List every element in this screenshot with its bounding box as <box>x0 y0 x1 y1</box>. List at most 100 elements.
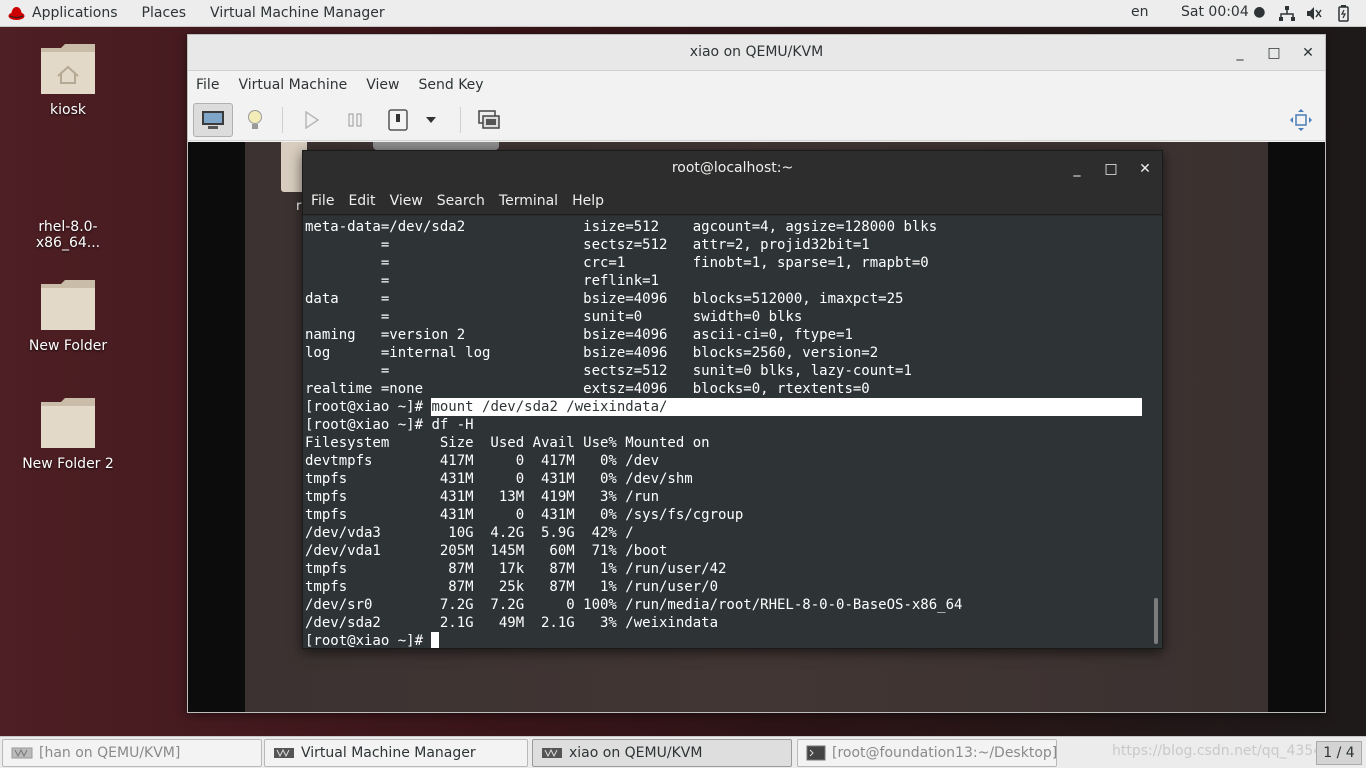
terminal-menu-edit[interactable]: Edit <box>348 193 375 209</box>
terminal-line: = reflink=1 <box>305 273 660 289</box>
task-label: [root@foundation13:~/Desktop] <box>832 745 1057 761</box>
terminal-line: naming =version 2 bsize=4096 ascii-ci=0,… <box>305 327 853 343</box>
pause-icon <box>348 113 362 127</box>
shutdown-button[interactable] <box>378 103 418 137</box>
df-row: tmpfs 431M 13M 419M 3% /run <box>305 489 660 505</box>
snapshots-icon <box>478 110 500 129</box>
terminal-maximize-button[interactable]: □ <box>1101 159 1121 179</box>
terminal-line: = crc=1 finobt=1, sparse=1, rmapbt=0 <box>305 255 929 271</box>
terminal-line: data = bsize=4096 blocks=512000, imaxpct… <box>305 291 904 307</box>
terminal-line: = sectsz=512 attr=2, projid32bit=1 <box>305 237 870 253</box>
desktop-icon-rhel-iso[interactable]: rhel-8.0-x86_64... <box>13 219 123 251</box>
terminal-icon <box>806 745 826 761</box>
run-icon <box>305 111 320 129</box>
fullscreen-button[interactable] <box>1281 103 1321 137</box>
console-icon <box>202 111 224 129</box>
fullscreen-icon <box>1290 109 1312 131</box>
home-folder-icon <box>41 44 95 94</box>
vmm-app-menu[interactable]: Virtual Machine Manager <box>210 5 385 21</box>
desktop-icon-label: New Folder 2 <box>22 456 114 472</box>
terminal-line-df: [root@xiao ~]# df -H <box>305 416 1153 434</box>
terminal-menubar: File Edit View Search Terminal Help <box>303 187 1162 215</box>
vm-toolbar <box>188 99 1325 141</box>
run-button[interactable] <box>292 103 332 137</box>
guest-panel-tab <box>373 142 499 150</box>
task-root-terminal[interactable]: [root@foundation13:~/Desktop] <box>797 739 1057 767</box>
volume-muted-icon[interactable] <box>1305 5 1323 22</box>
terminal-line-prompt: [root@xiao ~]# <box>305 632 1153 648</box>
df-row: /dev/sr0 7.2G 7.2G 0 100% /run/media/roo… <box>305 597 963 613</box>
workspace-switcher[interactable]: 1 / 4 <box>1316 741 1362 765</box>
terminal-scrollbar[interactable] <box>1150 216 1162 648</box>
vm-titlebar[interactable]: xiao on QEMU/KVM _ □ ✕ <box>188 35 1325 71</box>
task-label: Virtual Machine Manager <box>301 745 476 761</box>
df-row: tmpfs 87M 17k 87M 1% /run/user/42 <box>305 561 727 577</box>
prompt: [root@xiao ~]# <box>305 633 432 648</box>
snapshots-button[interactable] <box>469 103 509 137</box>
desktop-icon-label: New Folder <box>28 338 108 354</box>
applications-label: Applications <box>32 5 118 21</box>
shutdown-dropdown[interactable] <box>416 103 446 137</box>
terminal-title: root@localhost:~ <box>671 160 794 176</box>
df-header: Filesystem Size Used Avail Use% Mounted … <box>305 435 710 451</box>
menu-send-key[interactable]: Send Key <box>418 77 483 93</box>
language-indicator[interactable]: en <box>1131 4 1149 20</box>
terminal-menu-view[interactable]: View <box>390 193 423 209</box>
folder-icon <box>41 398 95 448</box>
terminal-menu-help[interactable]: Help <box>572 193 604 209</box>
prompt: [root@xiao ~]# <box>305 399 432 415</box>
menu-file[interactable]: File <box>196 77 219 93</box>
task-xiao-vm[interactable]: xiao on QEMU/KVM <box>532 739 792 767</box>
task-han-vm[interactable]: [han on QEMU/KVM] <box>2 739 262 767</box>
guest-desktop-label: r <box>296 199 302 214</box>
places-menu[interactable]: Places <box>142 5 187 21</box>
console-button[interactable] <box>193 103 233 137</box>
details-button[interactable] <box>235 103 275 137</box>
clock[interactable]: Sat 00:04 ● <box>1181 4 1265 20</box>
desktop-icon-new-folder[interactable]: New Folder <box>13 276 123 354</box>
top-panel: Applications Places Virtual Machine Mana… <box>0 0 1366 27</box>
df-row: devtmpfs 417M 0 417M 0% /dev <box>305 453 660 469</box>
close-button[interactable]: ✕ <box>1298 43 1318 63</box>
terminal-output[interactable]: meta-data=/dev/sda2 isize=512 agcount=4,… <box>303 216 1153 648</box>
df-row: tmpfs 431M 0 431M 0% /sys/fs/cgroup <box>305 507 744 523</box>
shutdown-icon <box>388 109 408 131</box>
scrollbar-thumb[interactable] <box>1154 598 1158 644</box>
terminal-titlebar[interactable]: root@localhost:~ _ □ ✕ <box>303 151 1162 187</box>
terminal-menu-search[interactable]: Search <box>437 193 485 209</box>
terminal-menu-file[interactable]: File <box>311 193 334 209</box>
df-row: tmpfs 87M 25k 87M 1% /run/user/0 <box>305 579 719 595</box>
terminal-line: log =internal log bsize=4096 blocks=2560… <box>305 345 879 361</box>
task-label: xiao on QEMU/KVM <box>569 745 703 761</box>
maximize-button[interactable]: □ <box>1264 43 1284 63</box>
vmm-icon <box>274 748 294 758</box>
minimize-button[interactable]: _ <box>1230 43 1250 63</box>
pause-button[interactable] <box>335 103 375 137</box>
terminal-window: root@localhost:~ _ □ ✕ File Edit View Se… <box>302 150 1163 649</box>
vm-window-title: xiao on QEMU/KVM <box>689 44 824 60</box>
prompt: [root@xiao ~]# <box>305 417 432 433</box>
desktop-icon-label: kiosk <box>50 102 86 118</box>
applications-menu[interactable]: Applications <box>8 5 118 21</box>
menu-view[interactable]: View <box>366 77 399 93</box>
task-virtual-machine-manager[interactable]: Virtual Machine Manager <box>264 739 528 767</box>
battery-icon[interactable] <box>1334 5 1352 22</box>
terminal-minimize-button[interactable]: _ <box>1067 159 1087 179</box>
toolbar-separator <box>460 107 461 133</box>
terminal-menu-terminal[interactable]: Terminal <box>499 193 558 209</box>
terminal-line: = sectsz=512 sunit=0 blks, lazy-count=1 <box>305 363 912 379</box>
vm-icon <box>11 747 33 759</box>
df-row: /dev/vda3 10G 4.2G 5.9G 42% / <box>305 525 634 541</box>
desktop-icon-label: rhel-8.0-x86_64... <box>35 219 101 251</box>
vm-icon <box>542 748 562 758</box>
terminal-line: = sunit=0 swidth=0 blks <box>305 309 803 325</box>
desktop-icon-new-folder-2[interactable]: New Folder 2 <box>13 394 123 472</box>
task-label: [han on QEMU/KVM] <box>39 745 181 761</box>
selected-command: mount /dev/sda2 /weixindata/ <box>431 398 1143 416</box>
menu-virtual-machine[interactable]: Virtual Machine <box>238 77 347 93</box>
dropdown-arrow-icon <box>426 117 436 123</box>
terminal-line: realtime =none extsz=4096 blocks=0, rtex… <box>305 381 870 397</box>
network-icon[interactable] <box>1278 5 1296 22</box>
terminal-close-button[interactable]: ✕ <box>1135 159 1155 179</box>
desktop-icon-kiosk[interactable]: kiosk <box>13 40 123 118</box>
